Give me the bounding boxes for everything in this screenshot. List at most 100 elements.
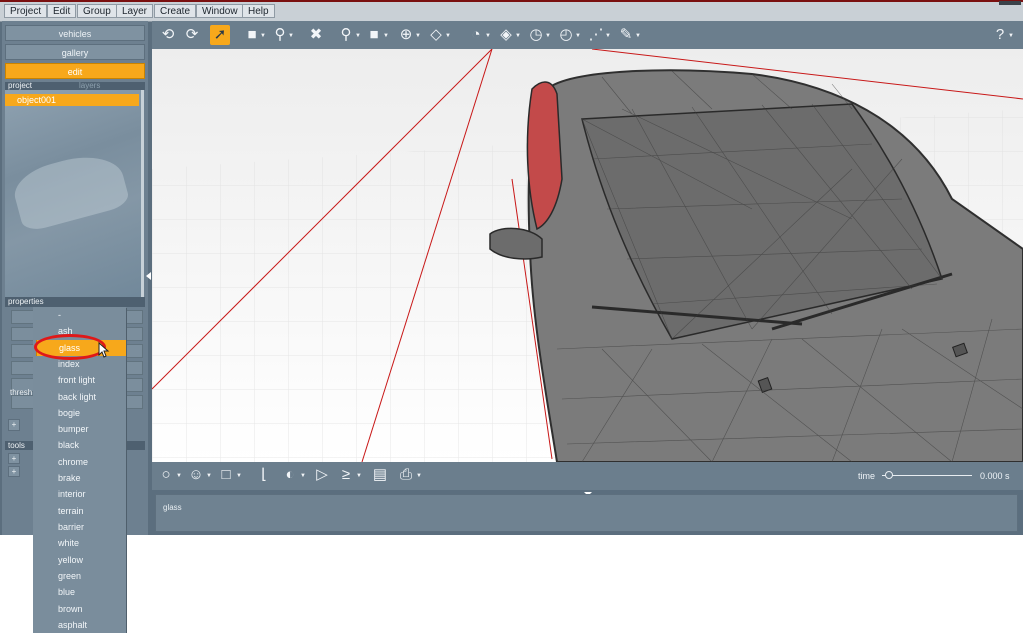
- path-icon[interactable]: ⋰: [586, 25, 606, 45]
- playlist-icon[interactable]: ≥: [336, 465, 356, 485]
- zoom-icon[interactable]: ⚲: [336, 25, 356, 45]
- menu-help[interactable]: Help: [242, 4, 275, 18]
- print-icon[interactable]: ⎙: [396, 465, 416, 485]
- dropdown-option[interactable]: back light: [33, 389, 126, 405]
- chevron-down-icon[interactable]: ▼: [300, 473, 306, 479]
- dropdown-option[interactable]: asphalt: [33, 617, 126, 633]
- frame-icon[interactable]: □: [216, 465, 236, 485]
- chevron-down-icon[interactable]: ▼: [416, 473, 422, 479]
- camera-icon[interactable]: ◐: [280, 465, 300, 485]
- chevron-down-icon[interactable]: ▼: [635, 33, 641, 39]
- timeline-bar: ○ ▼ ☺ ▼ □ ▼ ⌊ ◐ ▼ ▷ ≥ ▼ ▤ ⎙ ▼ time 0.000…: [152, 462, 1023, 496]
- chevron-down-icon[interactable]: ▼: [383, 33, 389, 39]
- gallery-button[interactable]: gallery: [5, 44, 145, 60]
- selected-field-highlight[interactable]: [109, 340, 126, 355]
- window-controls[interactable]: [999, 1, 1021, 5]
- select-arrow-icon[interactable]: ➚: [210, 25, 230, 45]
- status-panel: glass: [155, 494, 1018, 532]
- menu-create[interactable]: Create: [154, 4, 197, 18]
- transform-gizmo-icon[interactable]: ⊕: [396, 25, 416, 45]
- chevron-down-icon[interactable]: ▼: [288, 33, 294, 39]
- dropdown-option[interactable]: blue: [33, 584, 126, 600]
- threshold-label: thresh: [10, 388, 33, 397]
- dropdown-option[interactable]: green: [33, 568, 126, 584]
- time-slider-knob[interactable]: [885, 471, 893, 479]
- help-icon[interactable]: ?: [990, 25, 1010, 45]
- pen-icon[interactable]: ✎: [616, 25, 636, 45]
- scene-render: [152, 49, 1023, 462]
- dropdown-option[interactable]: yellow: [33, 552, 126, 568]
- list-item-object001[interactable]: object001: [5, 94, 139, 106]
- dropdown-option[interactable]: interior: [33, 486, 126, 502]
- chevron-down-icon[interactable]: ▼: [415, 33, 421, 39]
- dropdown-option[interactable]: bumper: [33, 421, 126, 437]
- app-window: Project Edit Group Layer Create Window H…: [0, 0, 1023, 535]
- dropdown-option[interactable]: brake: [33, 470, 126, 486]
- chevron-down-icon[interactable]: ▼: [355, 33, 361, 39]
- chevron-down-icon[interactable]: ▼: [176, 473, 182, 479]
- annotation-circle: [34, 334, 106, 360]
- chevron-down-icon[interactable]: ▼: [236, 473, 242, 479]
- sphere-icon[interactable]: ○: [156, 465, 176, 485]
- play-icon[interactable]: ▷: [312, 465, 332, 485]
- vehicles-button[interactable]: vehicles: [5, 25, 145, 41]
- tools-expand-button[interactable]: +: [8, 466, 20, 477]
- menu-window[interactable]: Window: [196, 4, 244, 18]
- document-icon[interactable]: ▤: [370, 465, 390, 485]
- mouse-cursor-icon: [98, 342, 110, 358]
- scrollbar[interactable]: [141, 90, 144, 300]
- dropdown-option[interactable]: -: [33, 307, 126, 323]
- delete-icon[interactable]: ✖: [306, 25, 326, 45]
- paint-icon[interactable]: ◇: [426, 25, 446, 45]
- box-select-icon[interactable]: ■: [242, 25, 262, 45]
- undo-icon[interactable]: ⟲: [158, 25, 178, 45]
- chevron-down-icon[interactable]: ▼: [485, 33, 491, 39]
- chevron-down-icon[interactable]: ▼: [356, 473, 362, 479]
- expand-button[interactable]: +: [8, 419, 20, 431]
- tab-project[interactable]: project: [8, 81, 32, 90]
- project-list: [5, 90, 141, 300]
- material-icon[interactable]: ◈: [496, 25, 516, 45]
- properties-header: properties: [5, 297, 145, 307]
- lasso-icon[interactable]: ⚲: [270, 25, 290, 45]
- dropdown-option[interactable]: brown: [33, 601, 126, 617]
- rotate-view-icon[interactable]: ◔: [466, 25, 486, 45]
- dropdown-option[interactable]: black: [33, 437, 126, 453]
- pane-tabs: project layers: [5, 81, 145, 90]
- redo-icon[interactable]: ⟳: [182, 25, 202, 45]
- dropdown-option[interactable]: terrain: [33, 503, 126, 519]
- time-label: time: [858, 471, 876, 481]
- dropdown-option[interactable]: white: [33, 535, 126, 551]
- chevron-down-icon[interactable]: ▼: [515, 33, 521, 39]
- menu-layer[interactable]: Layer: [116, 4, 154, 18]
- chevron-down-icon[interactable]: ▼: [206, 473, 212, 479]
- edit-button[interactable]: edit: [5, 63, 145, 79]
- 3d-viewport[interactable]: [152, 49, 1023, 462]
- dropdown-option[interactable]: bogie: [33, 405, 126, 421]
- tools-expand-button[interactable]: +: [8, 453, 20, 464]
- dropdown-option[interactable]: chrome: [33, 454, 126, 470]
- tab-layers[interactable]: layers: [79, 81, 100, 90]
- clock-icon[interactable]: ◴: [556, 25, 576, 45]
- head-icon[interactable]: ☺: [186, 465, 206, 485]
- car-mirror: [489, 227, 543, 260]
- menu-edit[interactable]: Edit: [47, 4, 77, 18]
- time-value: 0.000 s: [980, 471, 1010, 481]
- chevron-down-icon[interactable]: ▼: [1008, 33, 1014, 39]
- graph-icon[interactable]: ⌊: [254, 465, 274, 485]
- display-mode-icon[interactable]: ■: [364, 25, 384, 45]
- time-slider[interactable]: [882, 475, 972, 476]
- dropdown-option[interactable]: front light: [33, 372, 126, 388]
- chevron-down-icon[interactable]: ▼: [605, 33, 611, 39]
- menu-group[interactable]: Group: [77, 4, 117, 18]
- toolbar: ⟲ ⟳ ➚ ■ ▼ ⚲ ▼ ✖ ⚲ ▼ ■ ▼ ⊕ ▼ ◇ ▼ ◔ ▼ ◈ ▼ …: [152, 21, 1023, 49]
- chevron-down-icon[interactable]: ▼: [575, 33, 581, 39]
- dropdown-option[interactable]: barrier: [33, 519, 126, 535]
- chevron-down-icon[interactable]: ▼: [260, 33, 266, 39]
- chevron-down-icon[interactable]: ▼: [545, 33, 551, 39]
- measure-icon[interactable]: ◷: [526, 25, 546, 45]
- chevron-down-icon[interactable]: ▼: [445, 33, 451, 39]
- status-text: glass: [163, 503, 182, 512]
- menu-bar: Project Edit Group Layer Create Window H…: [0, 0, 1023, 22]
- menu-project[interactable]: Project: [4, 4, 48, 18]
